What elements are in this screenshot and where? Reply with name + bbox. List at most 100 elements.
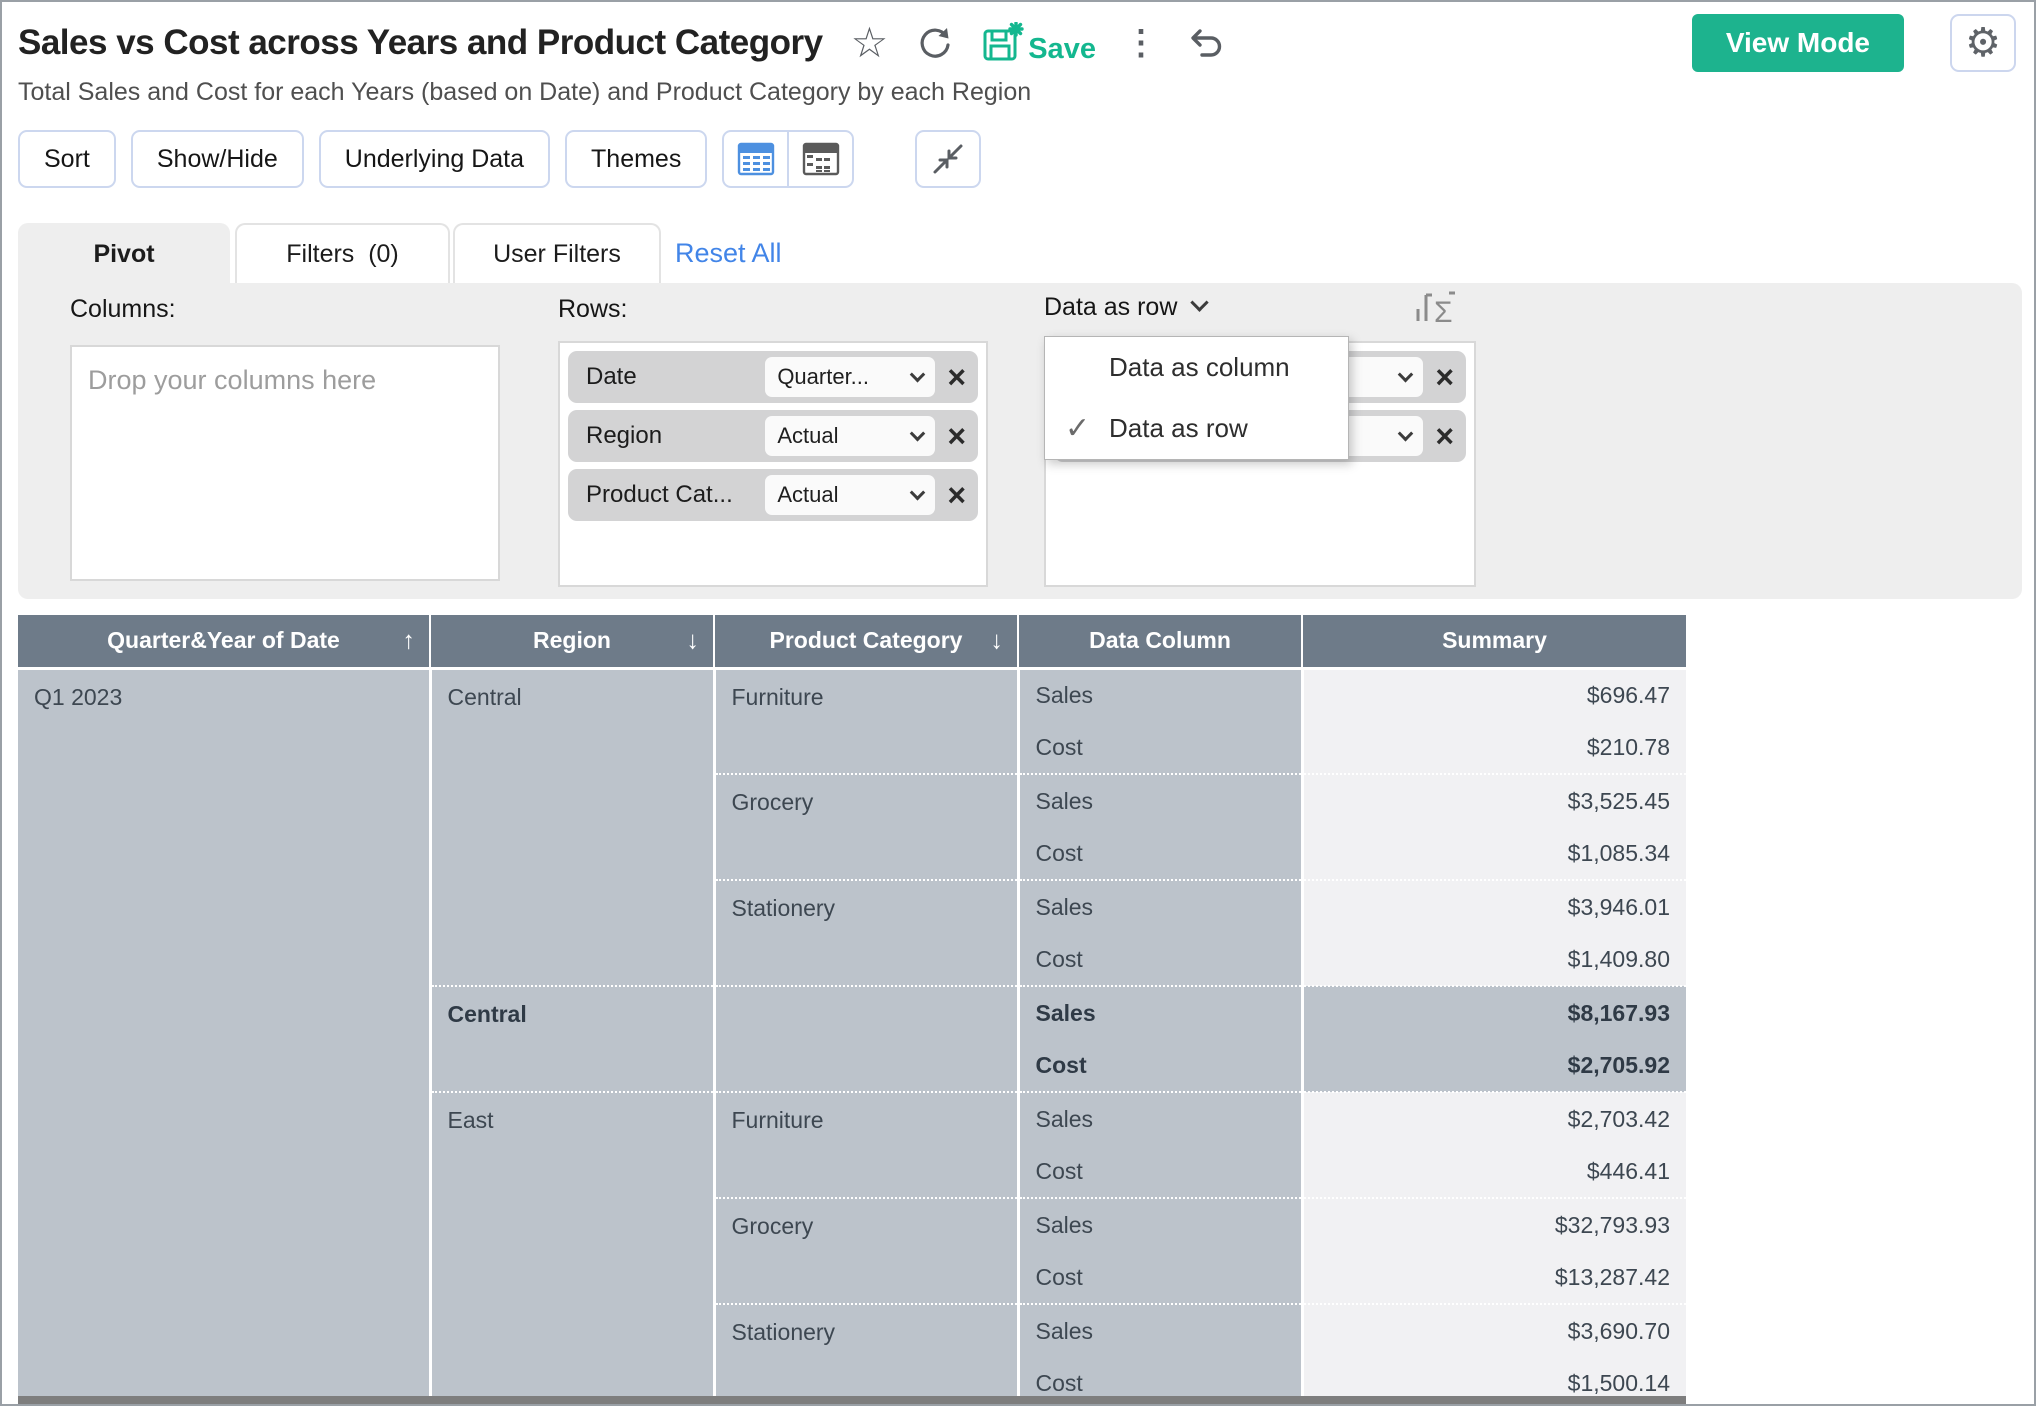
row-field-region[interactable]: Region Actual × [568, 410, 978, 462]
measure-cell: Cost [1018, 1251, 1302, 1304]
data-orientation-menu: Data as column ✓ Data as row [1044, 336, 1349, 460]
save-label: Save [1028, 35, 1096, 64]
value-cell: $696.47 [1302, 668, 1686, 721]
horizontal-scrollbar[interactable] [18, 1396, 1686, 1404]
columns-drop-zone[interactable]: Drop your columns here [70, 345, 500, 581]
settings-button[interactable]: ⚙ [1950, 14, 2016, 72]
measure-cell: Sales [1018, 1198, 1302, 1251]
page-subtitle: Total Sales and Cost for each Years (bas… [18, 78, 1031, 107]
save-icon [982, 22, 1024, 64]
value-cell: $8,167.93 [1302, 986, 1686, 1039]
value-cell: $32,793.93 [1302, 1198, 1686, 1251]
star-icon: ☆ [851, 22, 889, 64]
category-cell [714, 986, 1018, 1092]
column-header-4[interactable]: Data Column [1018, 615, 1302, 668]
save-button[interactable]: Save [982, 22, 1096, 64]
underlying-data-button[interactable]: Underlying Data [319, 130, 550, 188]
pivot-config-panel: Columns: Drop your columns here Rows: Da… [18, 283, 2022, 599]
category-cell: Grocery [714, 774, 1018, 880]
sort-descending-icon: ↓ [991, 626, 1004, 655]
gear-icon: ⚙ [1965, 23, 2001, 63]
menu-item-label: Data as column [1109, 352, 1290, 383]
summary-settings-button[interactable]: Σ [1413, 285, 1461, 332]
measure-cell: Sales [1018, 1092, 1302, 1145]
pivot-table-icon [802, 142, 840, 176]
remove-field-icon[interactable]: × [947, 420, 966, 452]
menu-item-data-as-row[interactable]: ✓ Data as row [1045, 398, 1348, 459]
favorite-star-button[interactable]: ☆ [851, 22, 889, 64]
column-header-3[interactable]: Product Category↓ [714, 615, 1018, 668]
tab-pivot[interactable]: Pivot [18, 223, 230, 284]
remove-field-icon[interactable]: × [1435, 420, 1454, 452]
flat-table-view-button[interactable] [722, 130, 788, 188]
measure-cell: Sales [1018, 1304, 1302, 1357]
date-aggregation-select[interactable]: Quarter... [765, 357, 935, 397]
measure-cell: Sales [1018, 880, 1302, 933]
measure-cell: Sales [1018, 774, 1302, 827]
pivot-table-view-button[interactable] [788, 130, 854, 188]
chevron-down-icon [1398, 366, 1414, 382]
more-options-button[interactable]: ⋮ [1124, 23, 1158, 63]
menu-item-label: Data as row [1109, 413, 1248, 444]
region-aggregation-select[interactable]: Actual [765, 416, 935, 456]
svg-text:Σ: Σ [1434, 296, 1453, 327]
category-cell: Grocery [714, 1198, 1018, 1304]
pivot-table: Quarter&Year of Date↑Region↓Product Cate… [18, 615, 1686, 1406]
measure-cell: Sales [1018, 986, 1302, 1039]
category-cell: Stationery [714, 880, 1018, 986]
show-hide-button[interactable]: Show/Hide [131, 130, 304, 188]
category-cell: Furniture [714, 1092, 1018, 1198]
region-cell: Central [430, 668, 714, 986]
kebab-menu-icon: ⋮ [1124, 23, 1158, 63]
region-cell: East [430, 1092, 714, 1406]
header-bar: Sales vs Cost across Years and Product C… [18, 14, 2016, 72]
value-cell: $1,085.34 [1302, 827, 1686, 880]
undo-button[interactable] [1186, 25, 1226, 61]
view-toggle-group [722, 130, 854, 188]
undo-icon [1186, 25, 1226, 61]
row-field-product-category[interactable]: Product Cat... Actual × [568, 469, 978, 521]
remove-field-icon[interactable]: × [947, 361, 966, 393]
tab-filters[interactable]: Filters (0) [235, 223, 450, 284]
view-mode-button[interactable]: View Mode [1692, 14, 1904, 72]
column-header-5[interactable]: Summary [1302, 615, 1686, 668]
columns-placeholder: Drop your columns here [72, 347, 498, 414]
sort-button[interactable]: Sort [18, 130, 116, 188]
value-cell: $2,703.42 [1302, 1092, 1686, 1145]
report-page: Sales vs Cost across Years and Product C… [0, 0, 2036, 1406]
remove-field-icon[interactable]: × [947, 479, 966, 511]
themes-button[interactable]: Themes [565, 130, 707, 188]
tab-bar: Pivot Filters (0) User Filters Reset All [18, 223, 782, 284]
value-cell: $3,690.70 [1302, 1304, 1686, 1357]
measure-cell: Cost [1018, 1039, 1302, 1092]
rows-label: Rows: [558, 295, 627, 324]
value-cell: $13,287.42 [1302, 1251, 1686, 1304]
field-name: Product Cat... [586, 481, 765, 509]
data-orientation-dropdown[interactable]: Data as row [1044, 293, 1206, 322]
rows-drop-zone[interactable]: Date Quarter... × Region Actual × Produc… [558, 341, 988, 587]
value-cell: $1,409.80 [1302, 933, 1686, 986]
value-cell: $210.78 [1302, 721, 1686, 774]
column-header-2[interactable]: Region↓ [430, 615, 714, 668]
measure-cell: Cost [1018, 1145, 1302, 1198]
reset-all-link[interactable]: Reset All [675, 223, 782, 284]
menu-item-data-as-column[interactable]: Data as column [1045, 337, 1348, 398]
value-cell: $446.41 [1302, 1145, 1686, 1198]
chevron-down-icon [910, 425, 926, 441]
value-cell: $3,525.45 [1302, 774, 1686, 827]
product-category-aggregation-select[interactable]: Actual [765, 475, 935, 515]
tab-user-filters[interactable]: User Filters [453, 223, 661, 284]
remove-field-icon[interactable]: × [1435, 361, 1454, 393]
refresh-button[interactable] [916, 24, 954, 62]
value-cell: $2,705.92 [1302, 1039, 1686, 1092]
measure-cell: Cost [1018, 827, 1302, 880]
field-name: Region [586, 422, 765, 450]
aggregation-value: Actual [777, 482, 838, 508]
summary-sigma-icon: Σ [1413, 285, 1461, 327]
row-field-date[interactable]: Date Quarter... × [568, 351, 978, 403]
quarter-cell: Q1 2023 [18, 668, 430, 1406]
collapse-panel-button[interactable] [915, 130, 981, 188]
flat-table-icon [737, 142, 775, 176]
data-orientation-label: Data as row [1044, 293, 1177, 322]
column-header-1[interactable]: Quarter&Year of Date↑ [18, 615, 430, 668]
